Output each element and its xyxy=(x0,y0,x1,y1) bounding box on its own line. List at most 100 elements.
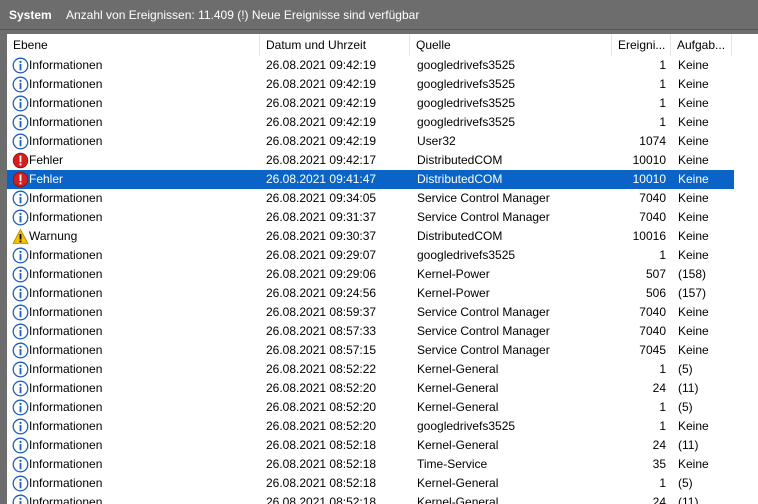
row-event-id: 1 xyxy=(659,476,666,490)
row-task: Keine xyxy=(678,153,709,167)
table-row[interactable]: Informationen 26.08.2021 09:42:19 googledr… xyxy=(7,94,734,113)
info-icon xyxy=(12,76,29,93)
row-source: googledrivefs3525 xyxy=(417,115,516,129)
row-source: DistributedCOM xyxy=(417,172,503,186)
row-event-id: 507 xyxy=(645,267,666,281)
column-level[interactable]: Ebene xyxy=(7,34,260,56)
row-event-id: 7040 xyxy=(639,210,666,224)
row-event-id: 10010 xyxy=(632,172,666,186)
row-task: Keine xyxy=(678,134,709,148)
table-row[interactable]: Fehler 26.08.2021 09:42:17 DistributedCOM 1… xyxy=(7,151,734,170)
row-source: Kernel-General xyxy=(417,381,499,395)
row-date: 26.08.2021 08:52:18 xyxy=(266,495,377,504)
table-row[interactable]: Informationen 26.08.2021 09:42:19 User32 10… xyxy=(7,132,734,151)
info-icon xyxy=(12,57,29,74)
row-date: 26.08.2021 09:41:47 xyxy=(266,172,377,186)
row-task: Keine xyxy=(678,172,709,186)
row-level: Informationen xyxy=(29,134,103,148)
table-row[interactable]: Informationen 26.08.2021 09:24:56 Kernel-P… xyxy=(7,284,734,303)
table-row[interactable]: Informationen 26.08.2021 08:52:20 googledr… xyxy=(7,417,734,436)
info-icon xyxy=(12,323,29,340)
row-level: Informationen xyxy=(29,191,103,205)
info-icon xyxy=(12,342,29,359)
row-task: Keine xyxy=(678,305,709,319)
row-level: Informationen xyxy=(29,305,103,319)
row-level: Fehler xyxy=(29,153,64,167)
table-row[interactable]: Informationen 26.08.2021 08:52:18 Kernel-G… xyxy=(7,436,734,455)
error-icon xyxy=(12,171,29,188)
row-level: Informationen xyxy=(29,495,103,504)
table-row[interactable]: Informationen 26.08.2021 09:34:05 Service … xyxy=(7,189,734,208)
row-task: (11) xyxy=(678,438,699,452)
table-row[interactable]: Informationen 26.08.2021 08:52:18 Time-Ser… xyxy=(7,455,734,474)
info-icon xyxy=(12,399,29,416)
table-row[interactable]: Informationen 26.08.2021 08:52:22 Kernel-G… xyxy=(7,360,734,379)
row-date: 26.08.2021 09:42:19 xyxy=(266,77,377,91)
table-row[interactable]: Warnung 26.08.2021 09:30:37 DistributedCOM… xyxy=(7,227,734,246)
row-source: googledrivefs3525 xyxy=(417,77,516,91)
row-source: Service Control Manager xyxy=(417,343,550,357)
row-event-id: 35 xyxy=(652,457,666,471)
table-row[interactable]: Informationen 26.08.2021 09:29:07 googledr… xyxy=(7,246,734,265)
row-date: 26.08.2021 08:52:22 xyxy=(266,362,377,376)
info-icon xyxy=(12,361,29,378)
row-level: Informationen xyxy=(29,343,103,357)
column-date[interactable]: Datum und Uhrzeit xyxy=(260,34,410,56)
row-event-id: 7040 xyxy=(639,191,666,205)
row-task: (157) xyxy=(678,286,707,300)
row-event-id: 1 xyxy=(659,362,666,376)
table-row[interactable]: Informationen 26.08.2021 08:52:18 Kernel-G… xyxy=(7,474,734,493)
row-event-id: 24 xyxy=(652,381,666,395)
table-row-selected[interactable]: Fehler 26.08.2021 09:41:47 DistributedCOM 1… xyxy=(7,170,734,189)
info-icon xyxy=(12,190,29,207)
info-icon xyxy=(12,456,29,473)
row-date: 26.08.2021 09:42:19 xyxy=(266,115,377,129)
row-event-id: 1 xyxy=(659,96,666,110)
event-list[interactable]: Ebene Datum und Uhrzeit Quelle Ereigni..… xyxy=(7,34,758,504)
warning-icon xyxy=(12,228,29,245)
table-row[interactable]: Informationen 26.08.2021 09:42:19 googledr… xyxy=(7,75,734,94)
info-icon xyxy=(12,285,29,302)
row-date: 26.08.2021 09:31:37 xyxy=(266,210,377,224)
row-level: Informationen xyxy=(29,248,103,262)
table-row[interactable]: Informationen 26.08.2021 08:52:18 Kernel-G… xyxy=(7,493,734,504)
table-row[interactable]: Informationen 26.08.2021 09:42:19 googledr… xyxy=(7,56,734,75)
table-row[interactable]: Informationen 26.08.2021 09:42:19 googledr… xyxy=(7,113,734,132)
row-date: 26.08.2021 08:57:33 xyxy=(266,324,377,338)
row-date: 26.08.2021 09:42:19 xyxy=(266,58,377,72)
column-source[interactable]: Quelle xyxy=(410,34,612,56)
row-date: 26.08.2021 08:57:15 xyxy=(266,343,377,357)
row-level: Informationen xyxy=(29,96,103,110)
table-row[interactable]: Informationen 26.08.2021 08:57:33 Service … xyxy=(7,322,734,341)
row-event-id: 24 xyxy=(652,438,666,452)
row-source: Kernel-General xyxy=(417,476,499,490)
row-date: 26.08.2021 08:59:37 xyxy=(266,305,377,319)
row-event-id: 1 xyxy=(659,248,666,262)
table-row[interactable]: Informationen 26.08.2021 08:52:20 Kernel-G… xyxy=(7,379,734,398)
row-source: Service Control Manager xyxy=(417,305,550,319)
row-source: DistributedCOM xyxy=(417,153,503,167)
row-source: googledrivefs3525 xyxy=(417,96,516,110)
row-task: Keine xyxy=(678,457,709,471)
event-count-info: Anzahl von Ereignissen: 11.409 (!) Neue … xyxy=(66,8,420,22)
column-task[interactable]: Aufgab... xyxy=(671,34,732,56)
row-level: Informationen xyxy=(29,58,103,72)
row-task: (158) xyxy=(678,267,707,281)
row-date: 26.08.2021 09:24:56 xyxy=(266,286,377,300)
row-level: Warnung xyxy=(29,229,78,243)
table-row[interactable]: Informationen 26.08.2021 09:31:37 Service … xyxy=(7,208,734,227)
row-level: Informationen xyxy=(29,267,103,281)
row-date: 26.08.2021 08:52:18 xyxy=(266,476,377,490)
table-row[interactable]: Informationen 26.08.2021 08:59:37 Service … xyxy=(7,303,734,322)
table-row[interactable]: Informationen 26.08.2021 08:57:15 Service … xyxy=(7,341,734,360)
log-frame: Ebene Datum und Uhrzeit Quelle Ereigni..… xyxy=(0,30,758,504)
row-date: 26.08.2021 08:52:20 xyxy=(266,381,377,395)
row-level: Informationen xyxy=(29,115,103,129)
column-event-id[interactable]: Ereigni... xyxy=(612,34,671,56)
row-level: Informationen xyxy=(29,438,103,452)
row-date: 26.08.2021 09:30:37 xyxy=(266,229,377,243)
row-source: googledrivefs3525 xyxy=(417,58,516,72)
table-row[interactable]: Informationen 26.08.2021 08:52:20 Kernel-G… xyxy=(7,398,734,417)
info-icon xyxy=(12,380,29,397)
table-row[interactable]: Informationen 26.08.2021 09:29:06 Kernel-P… xyxy=(7,265,734,284)
